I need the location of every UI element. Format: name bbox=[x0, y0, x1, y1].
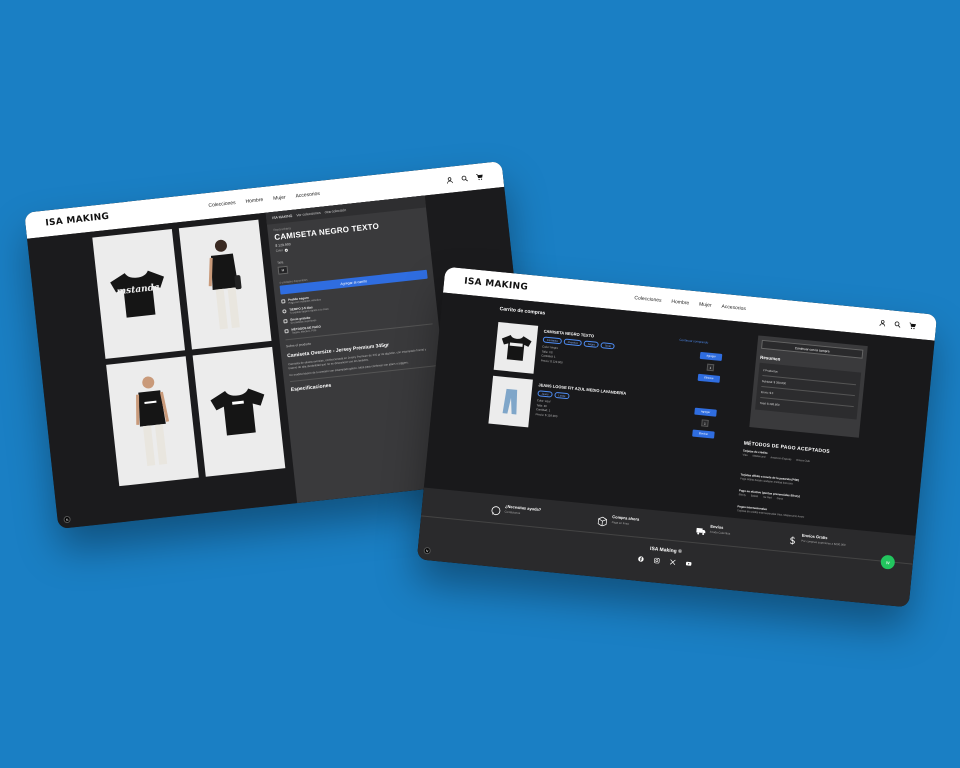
payment-item: Baloto bbox=[750, 494, 759, 499]
box-icon bbox=[598, 513, 609, 527]
shield-icon bbox=[281, 299, 286, 304]
footer-feature: $ Envíos Gratis Por compras superiores a … bbox=[787, 531, 846, 547]
order-summary: Continuar con la compra Resumen 2 Produc… bbox=[749, 335, 868, 438]
cart-page-mockup: ISA MAKING Colecciones Hombre Mujer Acce… bbox=[416, 266, 938, 608]
clock-icon bbox=[282, 309, 287, 314]
tag-chip[interactable]: Texto bbox=[600, 342, 616, 350]
tag-chip[interactable]: Negro bbox=[583, 340, 600, 348]
instagram-icon[interactable] bbox=[654, 557, 661, 564]
brand-logo[interactable]: ISA MAKING bbox=[45, 212, 110, 229]
footer-feature: Compra ahora Paga en línea bbox=[598, 513, 640, 527]
facebook-icon[interactable] bbox=[638, 555, 645, 562]
cart-content: Carrito de compras Continuar comprando C… bbox=[416, 292, 935, 608]
cart-item-image[interactable] bbox=[493, 322, 539, 374]
cart-title: Carrito de compras bbox=[499, 306, 546, 317]
specifications-heading[interactable]: Especificaciones bbox=[291, 371, 439, 393]
cart-icon[interactable] bbox=[476, 173, 484, 181]
tag-chip[interactable]: Oversize bbox=[563, 338, 583, 347]
color-label: Color bbox=[275, 248, 284, 253]
cart-icon[interactable] bbox=[909, 322, 917, 330]
cart-item-image[interactable] bbox=[488, 375, 533, 428]
quantity-value[interactable]: 1 bbox=[706, 363, 715, 372]
cart-item-meta: Color: Azul Talla: 30 Cantidad: 1 Precio… bbox=[535, 398, 559, 418]
nav-item-accesorios[interactable]: Accesorios bbox=[295, 191, 320, 200]
search-icon[interactable] bbox=[461, 174, 469, 182]
size-option-m[interactable]: M bbox=[277, 265, 289, 275]
card-icon bbox=[284, 329, 289, 334]
payment-item: Su Red bbox=[762, 495, 772, 500]
tag-chip[interactable]: Loose bbox=[554, 391, 570, 400]
payment-item: Efecty bbox=[738, 493, 746, 497]
breadcrumb-item[interactable]: Ver colecciones bbox=[296, 211, 321, 218]
footer-feature: ¿Necesitas ayuda? Contáctanos bbox=[490, 502, 541, 517]
nav-item-hombre[interactable]: Hombre bbox=[671, 299, 689, 307]
whatsapp-icon bbox=[490, 502, 501, 516]
cart-item-meta: Color: Negro Talla: XS Cantidad: 1 Preci… bbox=[541, 344, 565, 364]
payment-group: Tarjetas débito a través de la pasarela … bbox=[740, 472, 852, 491]
payment-item: Mastercard bbox=[752, 454, 766, 459]
footer-feature: Envíos A toda Colombia bbox=[696, 522, 731, 536]
nav-icons bbox=[446, 173, 484, 184]
payment-item: Visa bbox=[742, 453, 748, 457]
tag-chip[interactable]: Camiseta bbox=[542, 336, 563, 345]
remove-item-button[interactable]: Eliminar bbox=[697, 373, 721, 383]
color-swatch-black[interactable] bbox=[284, 248, 289, 252]
nav-item-colecciones[interactable]: Colecciones bbox=[634, 295, 662, 304]
payment-item: Gana bbox=[776, 497, 784, 501]
nav-item-mujer[interactable]: Mujer bbox=[699, 302, 712, 309]
main-nav: Colecciones Hombre Mujer Accesorios bbox=[208, 191, 320, 209]
search-icon[interactable] bbox=[894, 320, 902, 328]
remove-item-button[interactable]: Eliminar bbox=[692, 429, 715, 439]
footer-feature-sub: A toda Colombia bbox=[709, 529, 731, 536]
payment-item: American Express bbox=[770, 456, 792, 462]
nav-item-hombre[interactable]: Hombre bbox=[245, 197, 263, 205]
breadcrumb-item[interactable]: otra colección bbox=[324, 208, 346, 214]
svg-text:$: $ bbox=[789, 535, 796, 545]
product-photo-front[interactable]: mstanda bbox=[92, 229, 186, 359]
nav-item-mujer[interactable]: Mujer bbox=[273, 195, 286, 202]
payment-item: Diners Club bbox=[796, 458, 810, 464]
brand-logo[interactable]: ISA MAKING bbox=[464, 277, 529, 293]
user-icon[interactable] bbox=[879, 319, 887, 327]
payment-group: Pago en efectivo (puntos presenciales Ef… bbox=[739, 488, 851, 507]
nav-icons bbox=[879, 319, 917, 330]
continue-shopping-link[interactable]: Continuar comprando bbox=[679, 338, 708, 345]
nav-item-accesorios[interactable]: Accesorios bbox=[721, 304, 746, 312]
nav-item-colecciones[interactable]: Colecciones bbox=[208, 200, 236, 209]
corner-badge[interactable]: N bbox=[63, 515, 71, 524]
main-nav: Colecciones Hombre Mujer Accesorios bbox=[634, 295, 746, 312]
truck-icon bbox=[283, 319, 288, 324]
truck-icon bbox=[696, 522, 707, 536]
breadcrumb-home[interactable]: ISA MAKING bbox=[272, 214, 293, 220]
meta-line: Precio: $ 129.900 bbox=[540, 357, 563, 364]
user-icon[interactable] bbox=[446, 176, 454, 184]
summary-box: 2 Productos Subtotal: $ 289.800 Envío: $… bbox=[755, 362, 862, 420]
dollar-icon: $ bbox=[787, 531, 798, 547]
product-photo-back-model[interactable] bbox=[178, 219, 272, 350]
tag-chip[interactable]: Jeans bbox=[537, 390, 553, 398]
product-photo-flat[interactable] bbox=[192, 346, 286, 477]
meta-line: Precio: $ 159.900 bbox=[535, 411, 558, 418]
product-photo-front-model[interactable] bbox=[106, 356, 199, 487]
add-quantity-button[interactable]: Agregar bbox=[694, 407, 717, 417]
youtube-icon[interactable] bbox=[685, 560, 692, 567]
quantity-value[interactable]: 1 bbox=[701, 419, 709, 427]
add-quantity-button[interactable]: Agregar bbox=[699, 351, 723, 361]
x-icon[interactable] bbox=[669, 558, 677, 565]
